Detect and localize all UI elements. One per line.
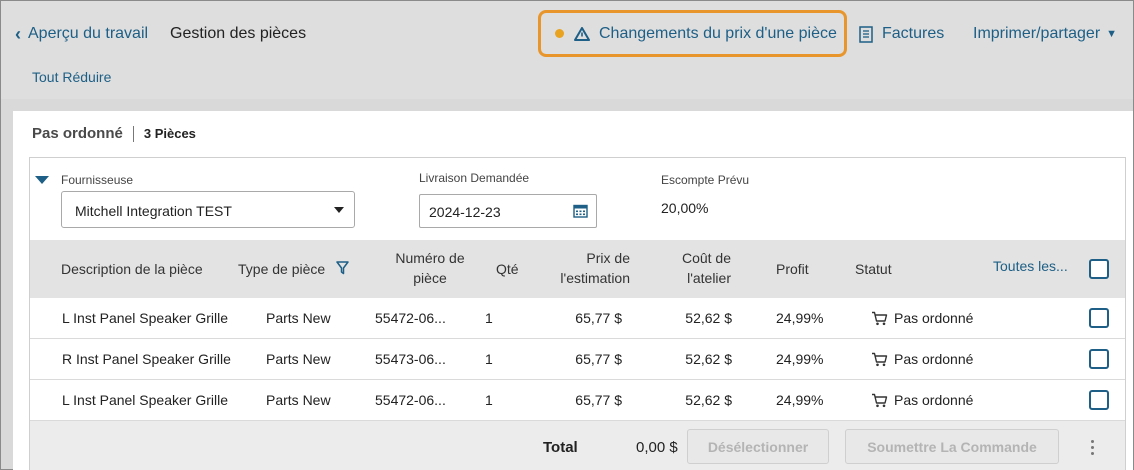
col-status: Statut bbox=[855, 261, 892, 277]
delivery-date-value: 2024-12-23 bbox=[429, 204, 501, 220]
part-type: Parts New bbox=[266, 310, 331, 326]
price-change-button[interactable]: Changements du prix d'une pièce bbox=[538, 10, 847, 57]
delivery-date-input[interactable]: 2024-12-23 bbox=[419, 194, 597, 228]
col-part-number-line2: pièce bbox=[413, 270, 447, 286]
deselect-button[interactable]: Désélectionner bbox=[687, 429, 829, 464]
price-change-label: Changements du prix d'une pièce bbox=[599, 24, 837, 42]
cart-icon bbox=[871, 352, 888, 367]
col-est-price-line1: Prix de bbox=[586, 250, 630, 266]
col-shop-cost-line1: Coût de bbox=[681, 250, 731, 266]
table-row: R Inst Panel Speaker Grille Parts New 55… bbox=[30, 339, 1125, 380]
part-type: Parts New bbox=[266, 392, 331, 408]
col-description: Description de la pièce bbox=[61, 261, 203, 277]
part-shop-cost: 52,62 $ bbox=[685, 351, 732, 367]
row-checkbox[interactable] bbox=[1089, 349, 1109, 369]
part-number: 55473-06... bbox=[375, 351, 446, 367]
more-options-icon[interactable] bbox=[1091, 440, 1094, 455]
calendar-icon[interactable] bbox=[573, 203, 588, 218]
discount-value: 20,00% bbox=[661, 200, 709, 216]
top-bar: ‹ Aperçu du travail Gestion des pièces T… bbox=[1, 1, 1133, 99]
table-row: L Inst Panel Speaker Grille Parts New 55… bbox=[30, 298, 1125, 339]
part-number: 55472-06... bbox=[375, 392, 446, 408]
chevron-left-icon: ‹ bbox=[15, 24, 21, 44]
cart-icon bbox=[871, 311, 888, 326]
collapse-all-link[interactable]: Tout Réduire bbox=[32, 69, 111, 85]
back-to-job-overview-link[interactable]: ‹ Aperçu du travail bbox=[15, 25, 148, 43]
supplier-card: Fournisseuse Mitchell Integration TEST L… bbox=[29, 157, 1126, 470]
status-text: Pas ordonné bbox=[894, 351, 974, 367]
part-profit: 24,99% bbox=[776, 310, 824, 326]
caret-down-icon bbox=[334, 207, 344, 213]
caret-down-icon: ▼ bbox=[1106, 28, 1118, 40]
part-shop-cost: 52,62 $ bbox=[685, 310, 732, 326]
total-value: 0,00 $ bbox=[636, 439, 678, 456]
page-title: Gestion des pièces bbox=[170, 25, 307, 42]
select-all-link[interactable]: Toutes les... bbox=[993, 258, 1068, 274]
part-type: Parts New bbox=[266, 351, 331, 367]
delivery-label: Livraison Demandée bbox=[419, 171, 530, 185]
part-est-price: 65,77 $ bbox=[575, 351, 622, 367]
invoices-label: Factures bbox=[882, 25, 945, 42]
discount-label: Escompte Prévu bbox=[661, 173, 750, 187]
part-profit: 24,99% bbox=[776, 351, 824, 367]
part-shop-cost: 52,62 $ bbox=[685, 392, 732, 408]
order-footer: Total 0,00 $ Désélectionner Soumettre La… bbox=[30, 421, 1125, 470]
back-link-label: Aperçu du travail bbox=[28, 25, 149, 42]
col-type: Type de pièce bbox=[238, 261, 326, 277]
part-status: Pas ordonné bbox=[871, 310, 973, 326]
col-est-price-line2: l'estimation bbox=[560, 270, 630, 286]
cart-icon bbox=[871, 393, 888, 408]
part-number: 55472-06... bbox=[375, 310, 446, 326]
supplier-label: Fournisseuse bbox=[61, 173, 134, 187]
invoice-icon bbox=[859, 25, 873, 43]
parts-count: 3 Pièces bbox=[143, 126, 196, 141]
select-all-checkbox[interactable] bbox=[1089, 259, 1109, 279]
col-shop-cost-line2: l'atelier bbox=[687, 270, 731, 286]
col-qty: Qté bbox=[496, 261, 519, 277]
part-est-price: 65,77 $ bbox=[575, 310, 622, 326]
warning-dot-icon bbox=[555, 29, 564, 38]
col-part-number-line1: Numéro de bbox=[395, 250, 465, 266]
part-qty: 1 bbox=[485, 351, 493, 367]
part-est-price: 65,77 $ bbox=[575, 392, 622, 408]
part-qty: 1 bbox=[485, 392, 493, 408]
total-label: Total bbox=[543, 439, 578, 456]
divider bbox=[132, 125, 134, 142]
table-row: L Inst Panel Speaker Grille Parts New 55… bbox=[30, 380, 1125, 421]
table-header: Description de la pièce Type de pièce Nu… bbox=[30, 240, 1125, 298]
part-description: L Inst Panel Speaker Grille bbox=[62, 392, 229, 408]
row-checkbox[interactable] bbox=[1089, 390, 1109, 410]
part-status: Pas ordonné bbox=[871, 392, 973, 408]
invoices-button[interactable]: Factures bbox=[859, 25, 944, 43]
part-description: L Inst Panel Speaker Grille bbox=[62, 310, 229, 326]
warning-triangle-icon bbox=[574, 26, 590, 41]
filter-icon[interactable] bbox=[336, 261, 349, 275]
status-text: Pas ordonné bbox=[894, 392, 974, 408]
row-checkbox[interactable] bbox=[1089, 308, 1109, 328]
part-profit: 24,99% bbox=[776, 392, 824, 408]
col-part-number: Numéro de pièce bbox=[385, 248, 475, 288]
part-qty: 1 bbox=[485, 310, 493, 326]
parts-panel: Pas ordonné 3 Pièces Fournisseuse Mitche… bbox=[13, 111, 1133, 470]
supplier-value: Mitchell Integration TEST bbox=[75, 203, 232, 219]
group-header: Pas ordonné 3 Pièces bbox=[32, 125, 196, 142]
submit-order-button[interactable]: Soumettre La Commande bbox=[845, 429, 1059, 464]
collapse-toggle-icon[interactable] bbox=[35, 176, 49, 184]
group-status: Pas ordonné bbox=[32, 125, 123, 142]
part-status: Pas ordonné bbox=[871, 351, 973, 367]
part-description: R Inst Panel Speaker Grille bbox=[62, 351, 231, 367]
col-profit: Profit bbox=[776, 261, 809, 277]
supplier-select[interactable]: Mitchell Integration TEST bbox=[61, 191, 355, 228]
col-est-price: Prix de l'estimation bbox=[530, 248, 630, 288]
status-text: Pas ordonné bbox=[894, 310, 974, 326]
col-shop-cost: Coût de l'atelier bbox=[630, 248, 731, 288]
print-share-menu[interactable]: Imprimer/partager ▼ bbox=[973, 25, 1117, 43]
print-share-label: Imprimer/partager bbox=[973, 25, 1101, 42]
